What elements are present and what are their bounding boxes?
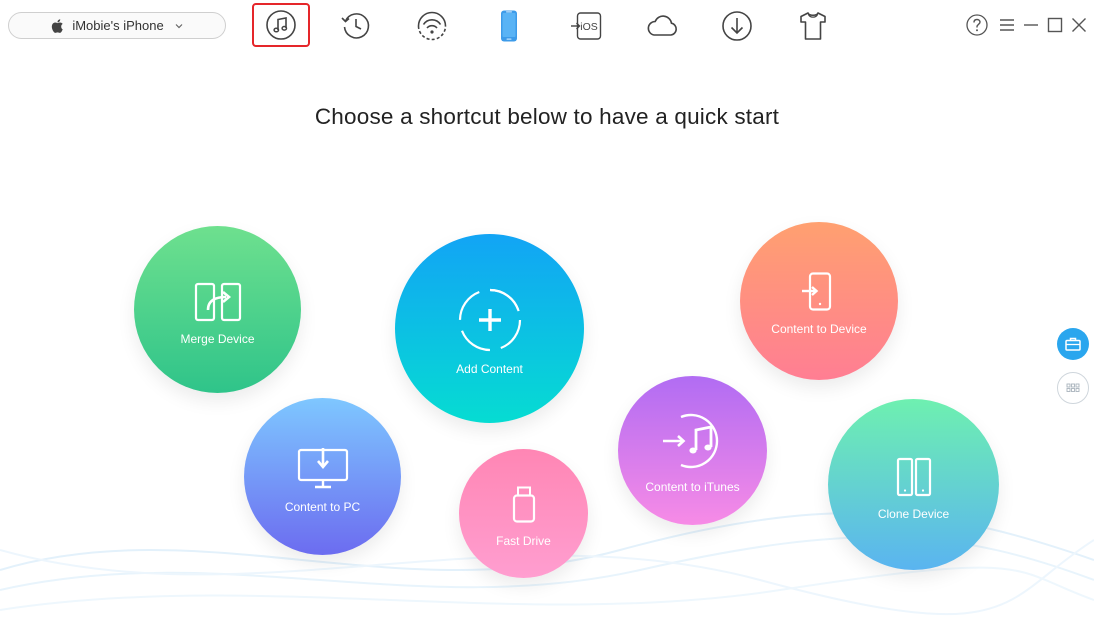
clone-device-shortcut[interactable]: Clone Device: [828, 399, 999, 570]
toolkit-button[interactable]: [1057, 328, 1089, 360]
content-to-device-shortcut[interactable]: Content to Device: [740, 222, 898, 380]
minimize-button[interactable]: [1019, 13, 1043, 37]
content-to-device-label: Content to Device: [771, 322, 867, 336]
ios-label: iOS: [580, 21, 598, 33]
toolbar-ios-import-button[interactable]: iOS: [561, 6, 611, 46]
merge-device-label: Merge Device: [180, 331, 255, 346]
ios-import-icon: iOS: [571, 12, 602, 40]
minimize-icon: [1024, 24, 1038, 26]
content-to-pc-label: Content to PC: [284, 499, 361, 514]
clone-device-label: Clone Device: [877, 506, 950, 521]
content-to-pc-icon: [297, 447, 348, 488]
toolbar-history-button[interactable]: [331, 6, 381, 46]
fast-drive-shortcut[interactable]: Fast Drive: [459, 449, 588, 578]
toolbar-cloud-button[interactable]: [637, 6, 687, 46]
apps-grid-button[interactable]: [1057, 372, 1089, 404]
history-clock-icon: [341, 13, 370, 39]
add-content-label: Add Content: [456, 361, 523, 376]
maximize-icon: [1047, 17, 1063, 33]
phone-icon: [501, 10, 517, 42]
toolbar-device-button[interactable]: [484, 6, 534, 46]
menu-button[interactable]: [995, 13, 1019, 37]
merge-device-shortcut[interactable]: Merge Device: [134, 226, 301, 393]
merge-device-icon: [194, 282, 241, 321]
cloud-icon: [647, 15, 677, 36]
content-to-device-icon: [802, 272, 832, 311]
maximize-button[interactable]: [1043, 13, 1067, 37]
download-icon: [722, 11, 752, 41]
tshirt-icon: [800, 12, 826, 40]
toolbox-icon: [1065, 337, 1081, 351]
clone-device-icon: [896, 457, 931, 496]
usb-drive-icon: [512, 486, 535, 523]
toolbar-music-button[interactable]: [252, 3, 310, 47]
help-button[interactable]: [965, 13, 989, 37]
add-content-shortcut[interactable]: Add Content: [395, 234, 584, 423]
grid-icon: [1066, 383, 1080, 392]
content-to-itunes-label: Content to iTunes: [645, 479, 740, 494]
apple-icon: [52, 18, 64, 33]
toolbar-wifi-button[interactable]: [407, 6, 457, 46]
menu-icon: [1000, 19, 1014, 31]
fast-drive-label: Fast Drive: [496, 533, 551, 548]
toolbar-skin-button[interactable]: [788, 6, 838, 46]
wifi-icon: [417, 11, 447, 41]
device-name: iMobie's iPhone: [72, 18, 164, 33]
close-icon: [1072, 18, 1086, 32]
help-icon: [966, 14, 988, 36]
content-to-itunes-icon: [662, 413, 718, 468]
add-content-icon: [458, 288, 521, 351]
device-selector[interactable]: iMobie's iPhone: [8, 12, 226, 39]
chevron-down-icon: [175, 23, 183, 28]
close-button[interactable]: [1067, 13, 1091, 37]
content-to-itunes-shortcut[interactable]: Content to iTunes: [618, 376, 767, 525]
page-title: Choose a shortcut below to have a quick …: [314, 104, 780, 129]
toolbar-download-button[interactable]: [712, 6, 762, 46]
music-note-icon: [266, 10, 296, 40]
content-to-pc-shortcut[interactable]: Content to PC: [244, 398, 401, 555]
